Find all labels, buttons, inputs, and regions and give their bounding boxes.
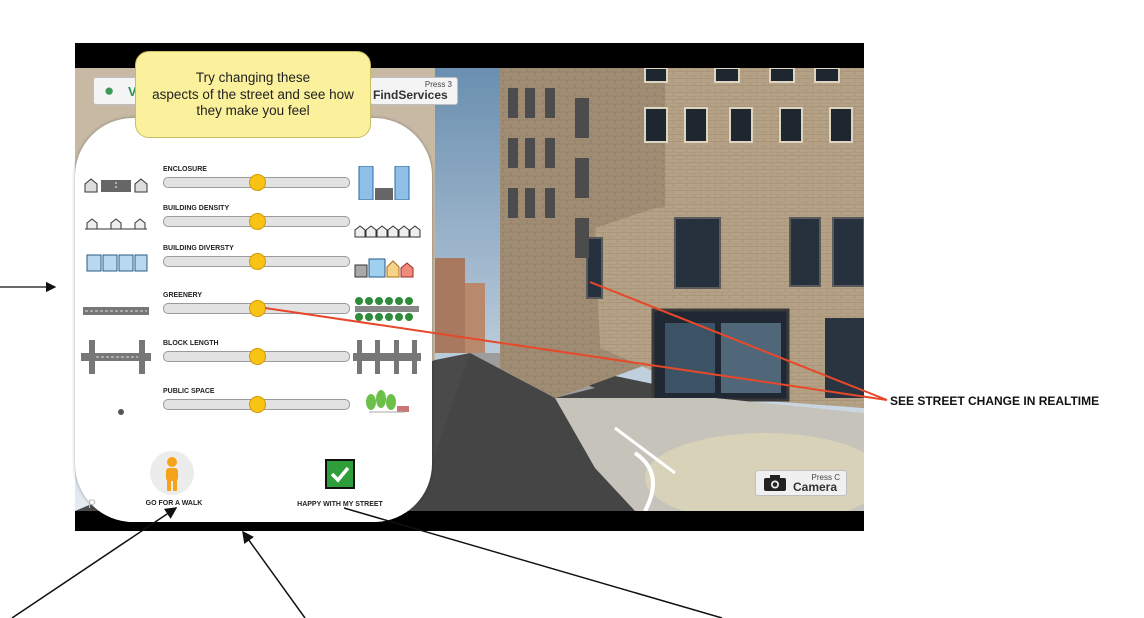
realtime-arrow — [589, 281, 888, 401]
annotation-arrow — [242, 530, 306, 618]
annotation-arrow — [343, 507, 723, 618]
annotation-arrow — [11, 507, 178, 618]
annotation-overlay — [0, 281, 888, 618]
realtime-annotation: SEE STREET CHANGE IN REALTIME — [890, 394, 1100, 408]
realtime-arrow — [264, 307, 888, 401]
